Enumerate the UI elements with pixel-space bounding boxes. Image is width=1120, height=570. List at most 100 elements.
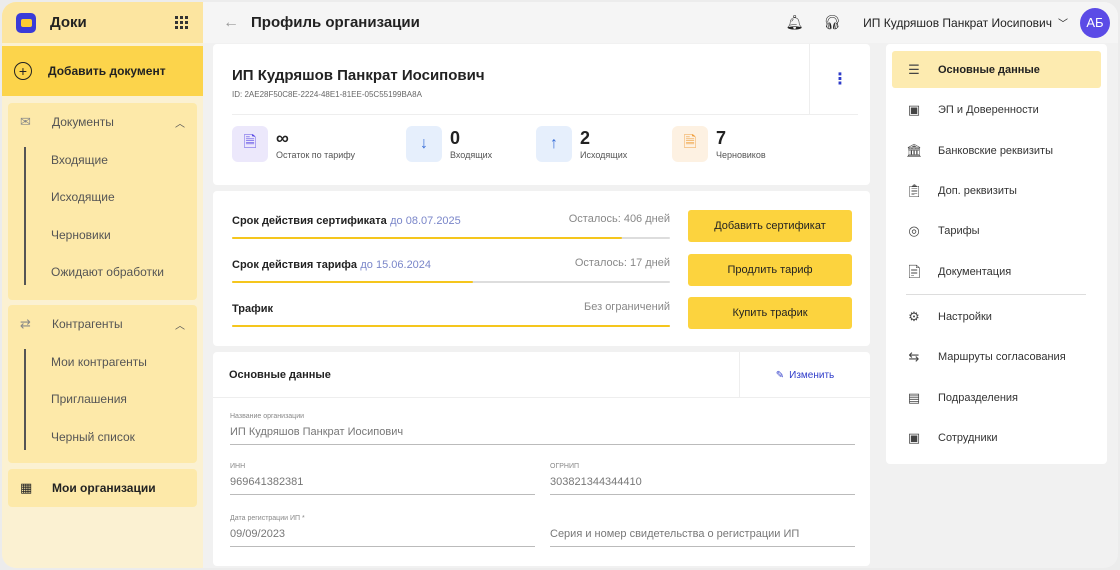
contacts-icon: ⇄ xyxy=(20,316,31,331)
menu-item-label: Банковские реквизиты xyxy=(938,144,1053,157)
buy-traffic-button[interactable]: Купить трафик xyxy=(688,297,852,329)
menu-item-label: ЭП и Доверенности xyxy=(938,103,1039,116)
progress-track xyxy=(232,281,670,283)
stat-label: Черновиков xyxy=(716,149,766,160)
limit-certificate: Срок действия сертификата до 08.07.2025 … xyxy=(232,213,670,239)
building-icon: ▦ xyxy=(20,480,33,495)
nav-counterparties-label: Контрагенты xyxy=(52,317,123,331)
menu-item-employees[interactable]: ▣ Сотрудники xyxy=(892,419,1101,456)
gear-icon: ⚙ xyxy=(908,308,920,324)
divider xyxy=(232,114,858,115)
menu-item-label: Основные данные xyxy=(938,63,1040,76)
more-menu-icon[interactable]: ⋮ xyxy=(809,44,870,114)
menu-item-documentation[interactable]: 📄︎ Документация xyxy=(892,253,1101,290)
menu-item-label: Настройки xyxy=(938,310,992,323)
menu-item-signatures[interactable]: ▣ ЭП и Доверенности xyxy=(892,91,1101,128)
nav-counterparties-header[interactable]: ⇄ Контрагенты ︿ xyxy=(8,305,197,343)
field-reg-date[interactable]: Дата регистрации ИП * 09/09/2023 xyxy=(230,515,535,547)
add-document-button[interactable]: + Добавить документ xyxy=(2,46,203,96)
menu-item-main-data[interactable]: ☰ Основные данные xyxy=(892,51,1101,88)
field-value: 969641382381 xyxy=(230,476,535,495)
chevron-down-icon[interactable]: ﹀ xyxy=(1058,15,1068,30)
field-ogrnip[interactable]: ОГРНИП 303821344344410 xyxy=(550,463,855,495)
avatar[interactable]: АБ xyxy=(1080,7,1110,38)
stat-incoming: ↓ 0 Входящих xyxy=(406,126,492,162)
nav-documents-label: Документы xyxy=(52,115,114,129)
chevron-up-icon: ︿ xyxy=(175,320,185,332)
nav-item-my-counterparties[interactable]: Мои контрагенты xyxy=(51,343,197,381)
add-certificate-button[interactable]: Добавить сертификат xyxy=(688,210,852,242)
stat-value: 2 xyxy=(580,127,591,148)
topbar: ← Профиль организации 🔔︎ 🎧︎ ИП Кудряшов … xyxy=(203,2,1118,43)
headset-icon[interactable]: 🎧︎ xyxy=(823,14,841,31)
nav-item-outgoing[interactable]: Исходящие xyxy=(51,179,197,217)
stat-value: 0 xyxy=(450,127,461,148)
field-value: ИП Кудряшов Панкрат Иосипович xyxy=(230,426,855,445)
field-inn[interactable]: ИНН 969641382381 xyxy=(230,463,535,495)
menu-item-approval-routes[interactable]: ⇆ Маршруты согласования xyxy=(892,338,1101,375)
nav-documents-header[interactable]: ✉ Документы ︿ xyxy=(8,103,197,141)
stat-value: 7 xyxy=(716,127,727,148)
limit-title: Трафик xyxy=(232,303,274,315)
limit-tariff: Срок действия тарифа до 15.06.2024 Остал… xyxy=(232,257,670,283)
menu-item-bank[interactable]: 🏛︎ Банковские реквизиты xyxy=(892,132,1101,169)
main-data-header: Основные данные ✎ Изменить xyxy=(213,352,870,398)
nav-item-pending[interactable]: Ожидают обработки xyxy=(51,254,197,292)
clipboard-icon: 📋︎ xyxy=(906,182,923,198)
limit-title: Срок действия сертификата xyxy=(232,215,387,227)
field-label xyxy=(550,515,855,522)
stat-value: ∞ xyxy=(276,127,289,148)
sidebar: Доки + Добавить документ ✉ Документы ︿ В… xyxy=(2,2,203,568)
extend-tariff-button[interactable]: Продлить тариф xyxy=(688,254,852,286)
arrow-up-icon: ↑ xyxy=(536,126,572,162)
menu-item-label: Документация xyxy=(938,265,1012,278)
page-title: Профиль организации xyxy=(251,14,420,31)
stat-label: Входящих xyxy=(450,149,493,160)
field-certificate-number[interactable]: Серия и номер свидетельства о регистраци… xyxy=(550,515,855,547)
edit-button[interactable]: ✎ Изменить xyxy=(739,352,870,398)
stat-drafts: 🗎 7 Черновиков xyxy=(672,126,766,162)
progress-track xyxy=(232,237,670,239)
field-label: Название организации xyxy=(230,413,305,420)
building-icon: ▤ xyxy=(907,389,921,405)
menu-item-extra-details[interactable]: 📋︎ Доп. реквизиты xyxy=(892,172,1101,209)
menu-item-label: Сотрудники xyxy=(938,431,998,444)
progress-track xyxy=(232,325,670,327)
nav-item-blacklist[interactable]: Черный список xyxy=(51,418,197,456)
user-name[interactable]: ИП Кудряшов Панкрат Иосипович xyxy=(863,16,1052,30)
menu-item-tariffs[interactable]: ◎ Тарифы xyxy=(892,212,1101,249)
nav-item-drafts[interactable]: Черновики xyxy=(51,216,197,254)
app-name: Доки xyxy=(50,14,87,31)
folder-logo-icon xyxy=(16,12,36,33)
apps-grid-icon[interactable] xyxy=(175,15,189,30)
stat-tariff-remaining: 🗎 ∞ Остаток по тарифу xyxy=(232,126,355,162)
plus-circle-icon: + xyxy=(14,62,32,80)
doc-list-icon: 📄︎ xyxy=(906,263,923,279)
back-arrow-icon[interactable]: ← xyxy=(223,14,239,32)
field-org-name[interactable]: Название организации ИП Кудряшов Панкрат… xyxy=(230,413,855,445)
menu-item-label: Доп. реквизиты xyxy=(938,184,1017,197)
stat-outgoing: ↑ 2 Исходящих xyxy=(536,126,627,162)
main-data-card: Основные данные ✎ Изменить Название орга… xyxy=(213,352,870,566)
bell-icon[interactable]: 🔔︎ xyxy=(786,14,804,31)
org-card: ИП Кудряшов Панкрат Иосипович ID: 2AE28F… xyxy=(213,44,870,185)
document-icon: 🗎 xyxy=(232,126,268,162)
org-name: ИП Кудряшов Панкрат Иосипович xyxy=(232,67,485,84)
nav-item-incoming[interactable]: Входящие xyxy=(51,141,197,179)
menu-item-label: Тарифы xyxy=(938,224,980,237)
menu-item-settings[interactable]: ⚙ Настройки xyxy=(892,298,1101,335)
limit-date: до 15.06.2024 xyxy=(360,259,432,271)
right-menu: ☰ Основные данные ▣ ЭП и Доверенности 🏛︎… xyxy=(886,44,1107,464)
tariff-icon: ◎ xyxy=(908,222,920,238)
nav-group-documents: ✉ Документы ︿ Входящие Исходящие Чернови… xyxy=(8,103,197,300)
limit-traffic: Трафик Без ограничений xyxy=(232,301,670,327)
menu-item-label: Маршруты согласования xyxy=(938,350,1066,363)
add-document-label: Добавить документ xyxy=(48,64,166,78)
list-icon: ☰ xyxy=(908,61,920,77)
nav-my-organizations[interactable]: ▦ Мои организации xyxy=(8,469,197,507)
person-card-icon: ▣ xyxy=(907,429,921,445)
nav-item-invitations[interactable]: Приглашения xyxy=(51,381,197,419)
chevron-up-icon: ︿ xyxy=(175,118,185,130)
field-label: ИНН xyxy=(230,463,246,470)
menu-item-departments[interactable]: ▤ Подразделения xyxy=(892,379,1101,416)
